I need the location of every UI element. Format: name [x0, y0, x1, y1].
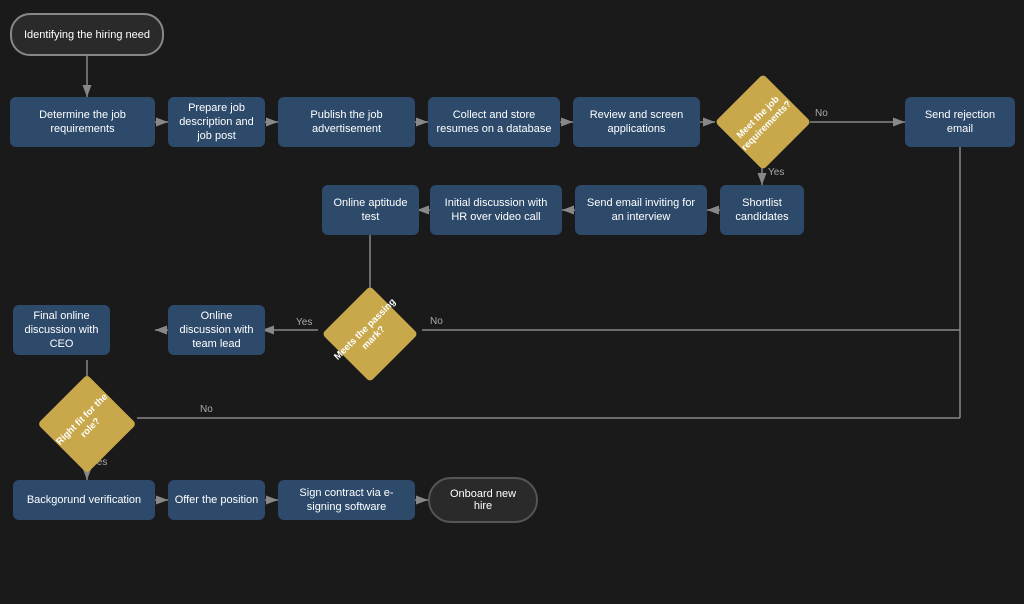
step3-box: Publish the job advertisement	[278, 97, 415, 147]
step12-box: Final online discussion with CEO	[13, 305, 110, 355]
step5-box: Review and screen applications	[573, 97, 700, 147]
step14-box: Offer the position	[168, 480, 265, 520]
step7-box: Shortlist candidates	[720, 185, 804, 235]
step2-box: Prepare job description and job post	[168, 97, 265, 147]
step1-box: Determine the job requirements	[10, 97, 155, 147]
svg-text:Yes: Yes	[296, 317, 312, 328]
diamond2-wrap: Meets the passing mark?	[318, 300, 422, 368]
step11-box: Online discussion with team lead	[168, 305, 265, 355]
flowchart: No Yes Yes No Yes No Identifying the hir…	[0, 0, 1024, 604]
start-node: Identifying the hiring need	[10, 13, 164, 56]
svg-text:No: No	[815, 108, 828, 119]
step6-box: Send rejection email	[905, 97, 1015, 147]
step9-box: Initial discussion with HR over video ca…	[430, 185, 562, 235]
diamond1-wrap: Meet the job requirements?	[715, 88, 810, 156]
step4-box: Collect and store resumes on a database	[428, 97, 560, 147]
svg-text:Yes: Yes	[768, 167, 784, 178]
step8-box: Send email inviting for an interview	[575, 185, 707, 235]
svg-text:No: No	[430, 316, 443, 327]
step10-box: Online aptitude test	[322, 185, 419, 235]
svg-text:No: No	[200, 404, 213, 415]
step16-box: Onboard new hire	[428, 477, 538, 523]
diamond3-wrap: Right fit for the role?	[33, 390, 141, 458]
step13-box: Backgorund verification	[13, 480, 155, 520]
step15-box: Sign contract via e-signing software	[278, 480, 415, 520]
